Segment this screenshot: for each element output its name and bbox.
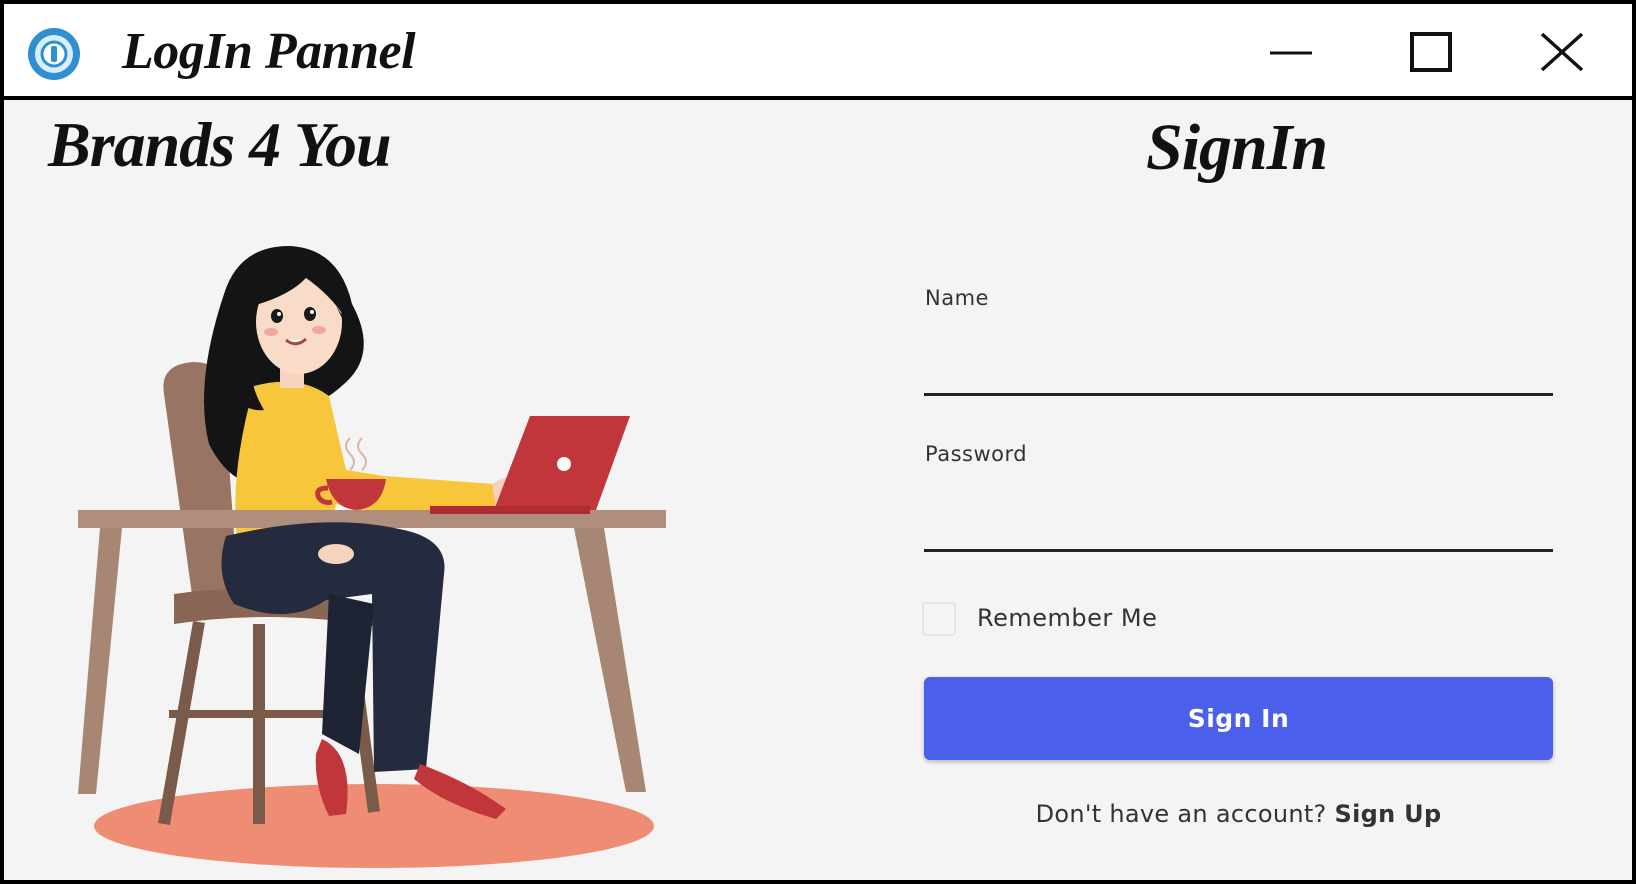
name-label: Name bbox=[925, 286, 989, 310]
close-button[interactable] bbox=[1526, 22, 1596, 82]
minimize-icon bbox=[1270, 51, 1312, 55]
remember-me-checkbox[interactable] bbox=[922, 602, 956, 636]
remember-me-label[interactable]: Remember Me bbox=[977, 604, 1157, 632]
password-field[interactable] bbox=[924, 502, 1553, 552]
maximize-icon bbox=[1410, 32, 1452, 72]
brand-name: Brands 4 You bbox=[48, 109, 392, 180]
close-icon bbox=[1540, 32, 1584, 72]
sign-in-button[interactable]: Sign In bbox=[924, 677, 1553, 760]
sign-up-link[interactable]: Sign Up bbox=[1335, 800, 1442, 828]
window-title: LogIn Pannel bbox=[122, 23, 416, 80]
app-logo-icon bbox=[24, 26, 88, 82]
title-bar: LogIn Pannel bbox=[4, 4, 1632, 100]
password-label: Password bbox=[925, 442, 1028, 466]
name-field[interactable] bbox=[924, 346, 1553, 396]
signin-heading: SignIn bbox=[1146, 111, 1328, 184]
signup-prompt-text: Don't have an account? bbox=[1035, 800, 1327, 828]
signup-prompt: Don't have an account? Sign Up bbox=[924, 800, 1553, 828]
woman-working-at-laptop-illustration bbox=[74, 234, 774, 874]
maximize-button[interactable] bbox=[1392, 22, 1462, 82]
minimize-button[interactable] bbox=[1254, 22, 1324, 82]
login-window: LogIn Pannel Brands 4 You SignIn Name Pa… bbox=[0, 0, 1636, 884]
